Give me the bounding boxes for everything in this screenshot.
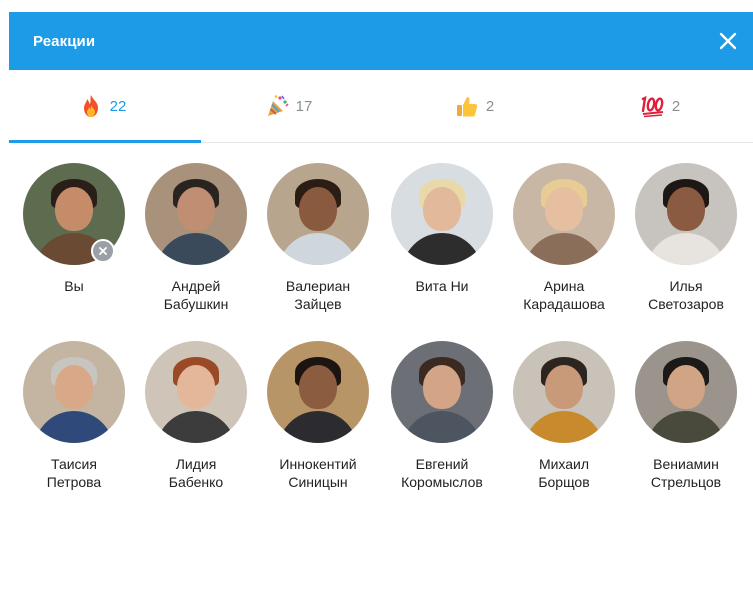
avatar	[635, 341, 737, 443]
reactor-name: Лидия Бабенко	[168, 456, 224, 490]
reactor-name: Вита Ни	[415, 278, 469, 294]
reactors-grid: Вы Андрей Бабушкин Валериан Зайцев Вита Ни А…	[9, 143, 753, 563]
reactor-name: Валериан Зайцев	[285, 278, 351, 312]
avatar	[513, 341, 615, 443]
reaction-tabs: 22 17 2 2	[9, 70, 753, 143]
close-button[interactable]	[713, 26, 743, 56]
reactor-name: Арина Карадашова	[523, 278, 605, 312]
thumbs-up-icon	[456, 97, 478, 117]
close-icon	[99, 247, 107, 255]
tab-thumbs-up-count: 2	[485, 97, 495, 115]
avatar	[635, 163, 737, 265]
tab-fire[interactable]: 22	[9, 70, 195, 142]
avatar	[145, 163, 247, 265]
avatar	[391, 341, 493, 443]
tab-hundred-count: 2	[671, 97, 681, 115]
reactor-item[interactable]: Лидия Бабенко	[135, 341, 257, 491]
dialog-header: Реакции	[9, 12, 753, 70]
avatar	[267, 163, 369, 265]
hundred-points-icon	[641, 95, 664, 118]
avatar	[267, 341, 369, 443]
tab-hundred[interactable]: 2	[567, 70, 753, 142]
reactor-item[interactable]: Евгений Коромыслов	[381, 341, 503, 491]
reactor-name: Таисия Петрова	[46, 456, 102, 490]
reactor-name: Вы	[64, 278, 84, 294]
avatar	[513, 163, 615, 265]
reactor-item[interactable]: Валериан Зайцев	[257, 163, 379, 313]
reactor-name: Михаил Борщов	[538, 456, 590, 490]
reactor-name: Андрей Бабушкин	[163, 278, 229, 312]
avatar	[145, 341, 247, 443]
fire-icon	[83, 95, 98, 117]
reactor-item[interactable]: Иннокентий Синицын	[257, 341, 379, 491]
reactor-item[interactable]: Таисия Петрова	[13, 341, 135, 491]
tab-party[interactable]: 17	[195, 70, 381, 142]
reactor-item[interactable]: Вениамин Стрельцов	[625, 341, 747, 491]
tab-fire-count: 22	[109, 97, 127, 115]
avatar	[391, 163, 493, 265]
reactor-name: Иннокентий Синицын	[279, 456, 357, 490]
party-popper-icon	[267, 95, 289, 116]
remove-reaction-button[interactable]	[91, 239, 115, 263]
reactor-item[interactable]: Арина Карадашова	[503, 163, 625, 313]
tab-party-count: 17	[295, 97, 313, 115]
reactor-name: Илья Светозаров	[648, 278, 724, 312]
reactor-item[interactable]: Илья Светозаров	[625, 163, 747, 313]
reactor-name: Евгений Коромыслов	[401, 456, 483, 490]
avatar	[23, 341, 125, 443]
close-icon	[719, 32, 737, 50]
reactor-item[interactable]: Вы	[13, 163, 135, 295]
reactions-dialog: Реакции 22 17 2 2 Вы Андрей Бабушкин Вал…	[9, 12, 753, 590]
reactor-name: Вениамин Стрельцов	[650, 456, 722, 490]
tab-thumbs-up[interactable]: 2	[381, 70, 567, 142]
reactor-item[interactable]: Андрей Бабушкин	[135, 163, 257, 313]
reactor-item[interactable]: Михаил Борщов	[503, 341, 625, 491]
dialog-title: Реакции	[33, 32, 96, 50]
reactor-item[interactable]: Вита Ни	[381, 163, 503, 295]
